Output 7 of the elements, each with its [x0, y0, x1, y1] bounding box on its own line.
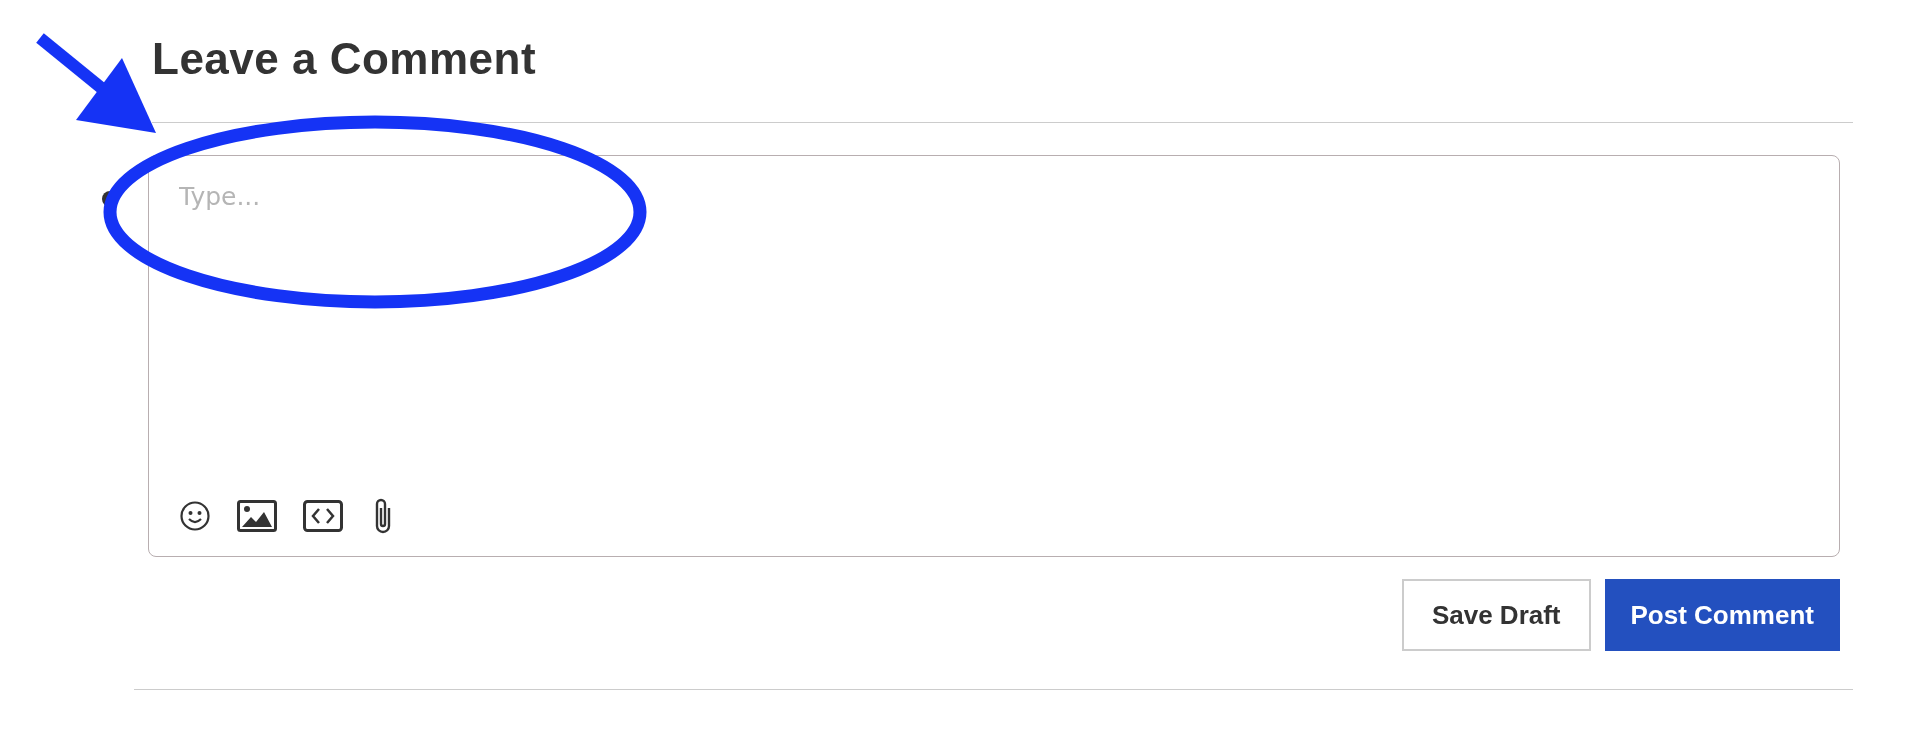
- code-icon[interactable]: [303, 500, 343, 532]
- save-draft-button[interactable]: Save Draft: [1401, 579, 1591, 651]
- post-button[interactable]: Post Comment: [1604, 579, 1840, 651]
- emoji-icon[interactable]: [179, 500, 211, 532]
- section-heading: Leave a Comment: [152, 33, 538, 85]
- comment-field[interactable]: Type...: [148, 155, 1840, 557]
- image-icon[interactable]: [237, 500, 277, 532]
